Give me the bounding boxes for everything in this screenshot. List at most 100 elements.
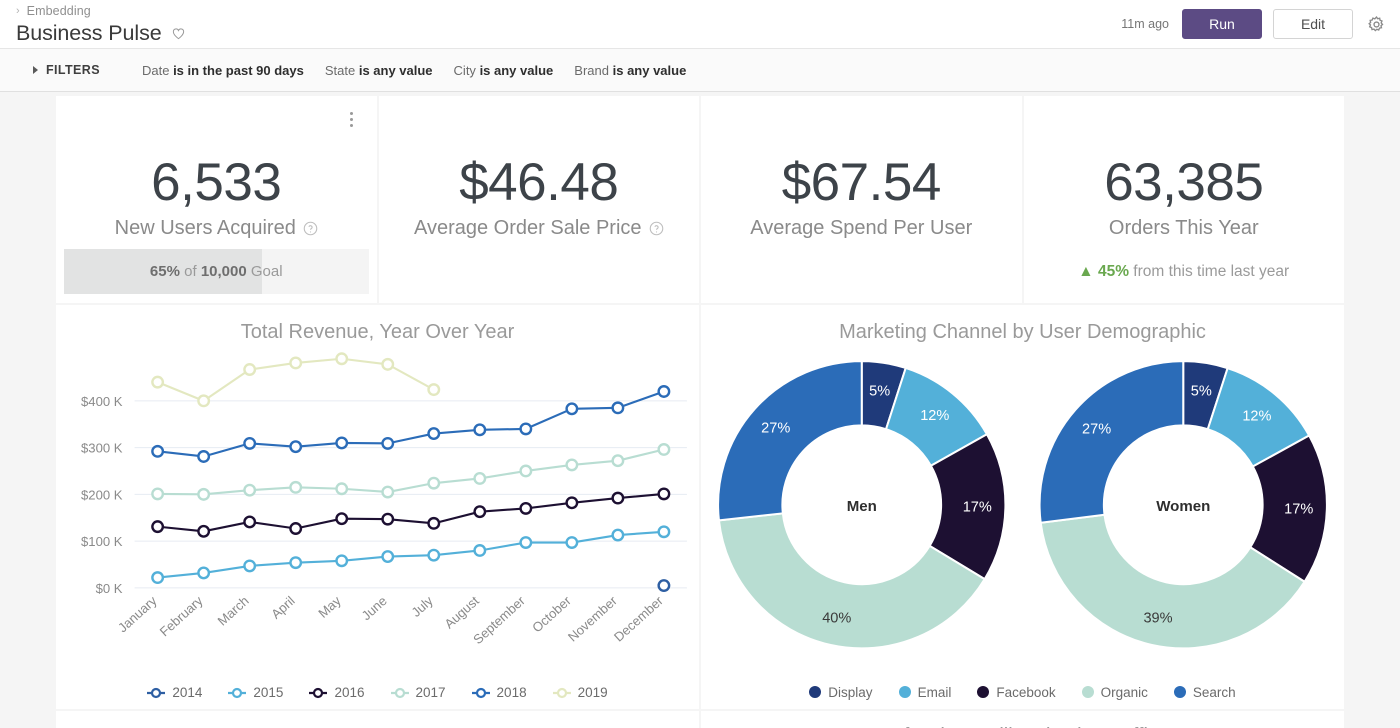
legend-label: 2014 [172,685,202,700]
line-chart[interactable]: $0 K$100 K$200 K$300 K$400 KJanuaryFebru… [56,344,699,677]
legend-item-organic[interactable]: Organic [1082,685,1148,700]
legend-item-display[interactable]: Display [809,685,872,700]
svg-text:$0 K: $0 K [96,581,123,596]
kpi-row: 6,533 New Users Acquired 65% of 10,000 G… [56,96,1344,303]
svg-text:January: January [115,593,160,636]
legend-item-2017[interactable]: 2017 [391,685,446,700]
svg-text:$200 K: $200 K [81,487,123,502]
kpi-value: $46.48 [459,155,618,211]
legend-swatch-icon [899,686,911,698]
legend-swatch-icon [809,686,821,698]
svg-text:27%: 27% [761,421,790,437]
delta-arrow-up-icon: ▲ [1078,263,1093,280]
legend-item-2019[interactable]: 2019 [553,685,608,700]
svg-text:27%: 27% [1082,421,1111,437]
edit-button[interactable]: Edit [1273,9,1353,39]
kpi-tile-orders-this-year: 63,385 Orders This Year ▲ 45% from this … [1024,96,1345,303]
line-chart-body: $0 K$100 K$200 K$300 K$400 KJanuaryFebru… [56,344,699,677]
breadcrumb-link-embedding[interactable]: Embedding [27,4,91,18]
favorite-heart-icon[interactable] [171,26,186,41]
legend-label: 2019 [578,685,608,700]
svg-text:$400 K: $400 K [81,394,123,409]
legend-label: Email [918,685,952,700]
svg-text:May: May [315,593,344,621]
legend-item-2018[interactable]: 2018 [472,685,527,700]
legend-label: 2017 [416,685,446,700]
kpi-label: Average Spend Per User [750,217,972,240]
kpi-tile-new-users: 6,533 New Users Acquired 65% of 10,000 G… [56,96,377,303]
svg-text:April: April [268,593,298,622]
legend-item-2014[interactable]: 2014 [147,685,202,700]
tile-menu-button[interactable] [350,112,353,127]
svg-text:39%: 39% [1143,611,1172,627]
kpi-value: $67.54 [782,155,941,211]
kpi-tile-avg-order-price: $46.48 Average Order Sale Price [379,96,700,303]
svg-text:17%: 17% [1284,501,1313,517]
legend-label: Organic [1101,685,1148,700]
tile-marketing-channel: Marketing Channel by User Demographic 5%… [701,305,1344,709]
svg-text:5%: 5% [1191,384,1212,400]
legend-item-email[interactable]: Email [899,685,952,700]
tile-bottom-left-placeholder [56,711,699,728]
legend-marker-icon [391,687,409,699]
filter-brand[interactable]: Brand is any value [574,63,686,78]
goal-progress-bar: 65% of 10,000 Goal [64,249,369,294]
legend-marker-icon [553,687,571,699]
breadcrumb: › Embedding Business Pulse [16,3,186,46]
legend-label: 2018 [497,685,527,700]
run-button[interactable]: Run [1182,9,1262,39]
donut-chart-legend: Display Email Facebook Organic Search [701,676,1344,709]
svg-text:Women: Women [1156,498,1210,515]
donut-chart-body: 5%12%17%40%27%Men5%12%17%39%27%Women [701,344,1344,676]
legend-swatch-icon [977,686,989,698]
legend-item-search[interactable]: Search [1174,685,1236,700]
chart-title: Total Revenue, Year Over Year [56,305,699,344]
legend-marker-icon [147,687,165,699]
legend-marker-icon [472,687,490,699]
legend-swatch-icon [1082,686,1094,698]
svg-text:$100 K: $100 K [81,534,123,549]
page-title: Business Pulse [16,21,162,46]
legend-label: Search [1193,685,1236,700]
filter-state[interactable]: State is any value [325,63,433,78]
legend-item-2015[interactable]: 2015 [228,685,283,700]
app-header: › Embedding Business Pulse 11m ago Run E… [0,0,1400,48]
svg-text:$300 K: $300 K [81,441,123,456]
kpi-label: New Users Acquired [115,217,296,240]
filter-date[interactable]: Date is in the past 90 days [142,63,304,78]
chart-title: Marketing Channel by User Demographic [701,305,1344,344]
filter-city[interactable]: City is any value [454,63,554,78]
info-icon[interactable] [649,221,664,236]
filters-toggle[interactable]: FILTERS [33,63,100,77]
tile-cohort-active: Percent of Cohort Still Active by Traffi… [701,711,1344,728]
kpi-value: 63,385 [1104,155,1263,211]
last-run-time: 11m ago [1121,17,1169,31]
filters-label: FILTERS [46,63,100,77]
svg-text:Men: Men [847,498,877,515]
svg-text:November: November [565,593,620,645]
legend-label: Facebook [996,685,1055,700]
chart-title: Percent of Cohort Still Active by Traffi… [701,711,1344,728]
legend-item-2016[interactable]: 2016 [309,685,364,700]
legend-label: Display [828,685,872,700]
tile-total-revenue: Total Revenue, Year Over Year $0 K $100 K… [56,305,699,709]
kpi-label: Average Order Sale Price [414,217,642,240]
gear-icon[interactable] [1364,15,1386,34]
legend-label: 2016 [334,685,364,700]
svg-text:40%: 40% [822,611,851,627]
legend-item-facebook[interactable]: Facebook [977,685,1055,700]
info-icon[interactable] [303,221,318,236]
delta-percent: 45% [1098,263,1129,280]
goal-progress-text: 65% of 10,000 Goal [150,263,283,280]
delta-text: from this time last year [1133,263,1289,280]
chart-row: Total Revenue, Year Over Year $0 K $100 K… [56,305,1344,709]
donut-charts[interactable]: 5%12%17%40%27%Men5%12%17%39%27%Women [701,344,1344,676]
svg-text:5%: 5% [869,384,890,400]
svg-text:July: July [408,593,436,620]
chevron-right-icon: › [16,6,20,17]
kpi-tile-avg-spend-per-user: $67.54 Average Spend Per User [701,96,1022,303]
bottom-strip: Percent of Cohort Still Active by Traffi… [56,711,1344,728]
kpi-value: 6,533 [151,155,281,211]
svg-text:October: October [529,593,574,636]
legend-swatch-icon [1174,686,1186,698]
